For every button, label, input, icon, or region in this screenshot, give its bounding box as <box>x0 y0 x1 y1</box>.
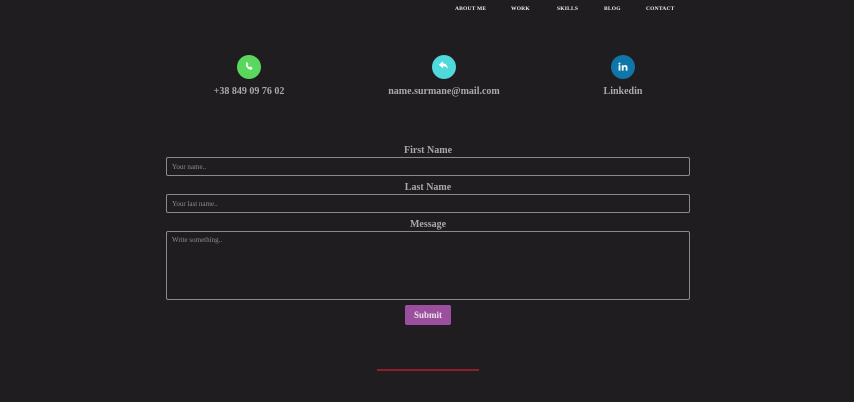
message-textarea[interactable] <box>166 231 690 300</box>
message-label: Message <box>409 219 447 230</box>
nav-item-about-me[interactable]: ABOUT ME <box>455 6 486 12</box>
phone-icon[interactable] <box>237 55 261 79</box>
contact-linkedin: Linkedin <box>523 55 723 97</box>
top-nav: ABOUT ME WORK SKILLS BLOG CONTACT <box>440 6 700 16</box>
contact-form: First Name Last Name Message Submit <box>166 144 690 325</box>
first-name-input[interactable] <box>166 157 690 176</box>
linkedin-link[interactable]: Linkedin <box>523 86 723 97</box>
nav-item-blog[interactable]: BLOG <box>604 6 621 12</box>
linkedin-icon[interactable] <box>611 55 635 79</box>
last-name-input[interactable] <box>166 194 690 213</box>
reply-arrow-icon[interactable] <box>432 55 456 79</box>
email-address[interactable]: name.surmane@mail.com <box>344 86 544 97</box>
nav-item-work[interactable]: WORK <box>511 6 530 12</box>
first-name-label: First Name <box>403 145 453 156</box>
phone-number[interactable]: +38 849 09 76 02 <box>149 86 349 97</box>
nav-item-skills[interactable]: SKILLS <box>557 6 578 12</box>
nav-item-contact[interactable]: CONTACT <box>646 6 675 12</box>
submit-row: Submit <box>166 305 690 325</box>
footer-divider <box>377 369 479 371</box>
contact-page: ABOUT ME WORK SKILLS BLOG CONTACT +38 84… <box>0 0 854 402</box>
submit-button[interactable]: Submit <box>405 305 451 325</box>
last-name-label: Last Name <box>404 182 452 193</box>
contact-email: name.surmane@mail.com <box>344 55 544 97</box>
contact-phone: +38 849 09 76 02 <box>149 55 349 97</box>
